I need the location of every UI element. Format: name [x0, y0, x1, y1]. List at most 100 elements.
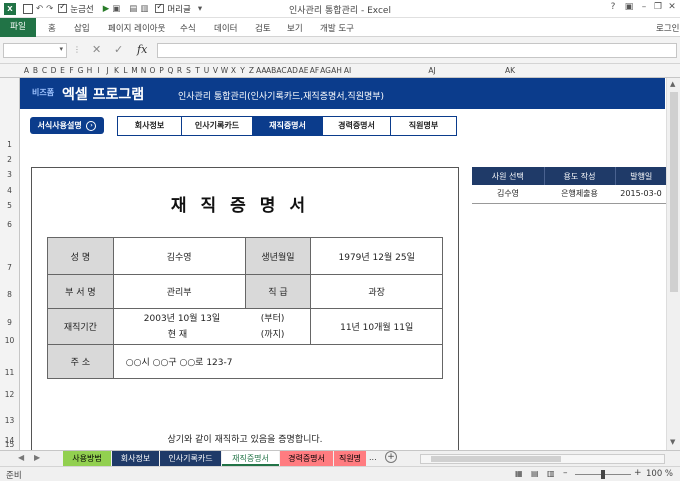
- sign-in-link[interactable]: 로그인: [656, 22, 679, 34]
- column-header[interactable]: AJ: [402, 66, 462, 75]
- column-header[interactable]: V: [211, 66, 220, 75]
- column-header[interactable]: U: [202, 66, 211, 75]
- column-header[interactable]: AC: [276, 66, 287, 75]
- scroll-right-icon[interactable]: ▶: [34, 453, 40, 462]
- tab-home[interactable]: 홈: [48, 22, 56, 34]
- zoom-slider-thumb[interactable]: [601, 470, 605, 479]
- column-header[interactable]: J: [103, 66, 112, 75]
- column-header[interactable]: AI: [342, 66, 353, 75]
- tab-review[interactable]: 검토: [255, 22, 271, 34]
- column-header[interactable]: AH: [331, 66, 342, 75]
- dept-value[interactable]: 관리부: [112, 274, 246, 309]
- sheet-tab[interactable]: 회사정보: [112, 451, 159, 466]
- scroll-down-icon[interactable]: ▼: [670, 438, 675, 446]
- column-header[interactable]: A: [22, 66, 31, 75]
- position-value[interactable]: 과장: [310, 274, 443, 309]
- ribbon-display-icon[interactable]: ▣: [622, 2, 636, 14]
- normal-view-icon[interactable]: ▦: [515, 469, 523, 478]
- horizontal-scrollbar[interactable]: [420, 454, 665, 464]
- column-header[interactable]: AF: [309, 66, 320, 75]
- hscroll-thumb[interactable]: [431, 456, 561, 462]
- column-header[interactable]: AD: [287, 66, 298, 75]
- cancel-icon[interactable]: ✕: [92, 43, 101, 56]
- column-header[interactable]: M: [130, 66, 139, 75]
- file-tab[interactable]: 파일: [0, 18, 36, 37]
- row-header[interactable]: 7: [0, 263, 19, 272]
- sheet-tab[interactable]: 인사기록카드: [160, 451, 221, 466]
- sheet-tab[interactable]: 경력증명서: [280, 451, 333, 466]
- nav-tab-employee-list[interactable]: 직원명부: [390, 116, 457, 136]
- period-end[interactable]: 현 재: [168, 327, 187, 343]
- name-box[interactable]: ▾: [3, 43, 67, 58]
- column-header[interactable]: H: [85, 66, 94, 75]
- column-header[interactable]: AA: [256, 66, 266, 75]
- scroll-left-icon[interactable]: ◀: [18, 453, 24, 462]
- tab-data[interactable]: 데이터: [214, 22, 237, 34]
- column-header[interactable]: T: [193, 66, 202, 75]
- row-header[interactable]: 15: [0, 440, 19, 449]
- sheet-tab[interactable]: 직원명: [334, 451, 366, 466]
- scroll-up-icon[interactable]: ▲: [670, 80, 675, 88]
- column-header[interactable]: K: [112, 66, 121, 75]
- period-start[interactable]: 2003년 10월 13일: [144, 311, 220, 327]
- address-value[interactable]: ○○시 ○○구 ○○로 123-7: [112, 344, 444, 379]
- row-header[interactable]: 4: [0, 186, 19, 195]
- column-header[interactable]: Q: [166, 66, 175, 75]
- nav-tab-career-cert[interactable]: 경력증명서: [322, 116, 390, 136]
- row-header[interactable]: 11: [0, 368, 19, 377]
- row-header[interactable]: 5: [0, 201, 19, 210]
- column-header[interactable]: W: [220, 66, 229, 75]
- column-header[interactable]: X: [229, 66, 238, 75]
- zoom-slider[interactable]: [575, 470, 631, 479]
- tab-developer[interactable]: 개발 도구: [320, 22, 354, 34]
- nav-tab-company[interactable]: 회사정보: [117, 116, 181, 136]
- column-header[interactable]: S: [184, 66, 193, 75]
- row-header[interactable]: 9: [0, 318, 19, 327]
- zoom-out-icon[interactable]: –: [563, 468, 568, 478]
- row-header[interactable]: 2: [0, 155, 19, 164]
- row-header[interactable]: 12: [0, 390, 19, 399]
- row-header[interactable]: 10: [0, 336, 19, 345]
- column-header[interactable]: O: [148, 66, 157, 75]
- enter-icon[interactable]: ✓: [114, 43, 123, 56]
- row-header[interactable]: 3: [0, 170, 19, 179]
- column-header[interactable]: E: [58, 66, 67, 75]
- employee-select-value[interactable]: 김수영: [472, 185, 544, 204]
- column-header[interactable]: AK: [474, 66, 546, 75]
- column-header[interactable]: L: [121, 66, 130, 75]
- column-header[interactable]: I: [94, 66, 103, 75]
- column-header[interactable]: F: [67, 66, 76, 75]
- tab-formulas[interactable]: 수식: [180, 22, 196, 34]
- column-header[interactable]: G: [76, 66, 85, 75]
- minimize-icon[interactable]: –: [637, 2, 651, 14]
- row-header[interactable]: 8: [0, 290, 19, 299]
- row-header[interactable]: 13: [0, 416, 19, 425]
- column-header[interactable]: AE: [298, 66, 309, 75]
- column-header[interactable]: N: [139, 66, 148, 75]
- page-break-view-icon[interactable]: ▥: [547, 469, 555, 478]
- page-layout-view-icon[interactable]: ▤: [531, 469, 539, 478]
- scroll-thumb[interactable]: [670, 92, 678, 292]
- formula-input[interactable]: [157, 43, 677, 58]
- purpose-value[interactable]: 은행제출용: [544, 185, 615, 204]
- column-header[interactable]: B: [31, 66, 40, 75]
- column-header[interactable]: C: [40, 66, 49, 75]
- column-header[interactable]: D: [49, 66, 58, 75]
- zoom-in-icon[interactable]: +: [634, 468, 642, 478]
- row-header[interactable]: 1: [0, 140, 19, 149]
- column-header[interactable]: AB: [266, 66, 276, 75]
- column-header[interactable]: R: [175, 66, 184, 75]
- sheet-tab[interactable]: 재직증명서: [222, 451, 279, 466]
- vertical-scrollbar[interactable]: ▲ ▼: [666, 78, 680, 450]
- help-icon[interactable]: ?: [606, 2, 620, 14]
- tab-view[interactable]: 보기: [287, 22, 303, 34]
- name-value[interactable]: 김수영: [112, 237, 246, 275]
- add-sheet-icon[interactable]: +: [385, 451, 397, 463]
- nav-tab-personnel-card[interactable]: 인사기록카드: [181, 116, 252, 136]
- nav-tab-employment-cert[interactable]: 재직증명서: [252, 116, 322, 136]
- row-header[interactable]: 6: [0, 220, 19, 229]
- column-header[interactable]: Y: [238, 66, 247, 75]
- more-sheets[interactable]: ...: [369, 453, 377, 462]
- column-header[interactable]: Z: [247, 66, 256, 75]
- sheet-tab[interactable]: 사용방법: [63, 451, 111, 466]
